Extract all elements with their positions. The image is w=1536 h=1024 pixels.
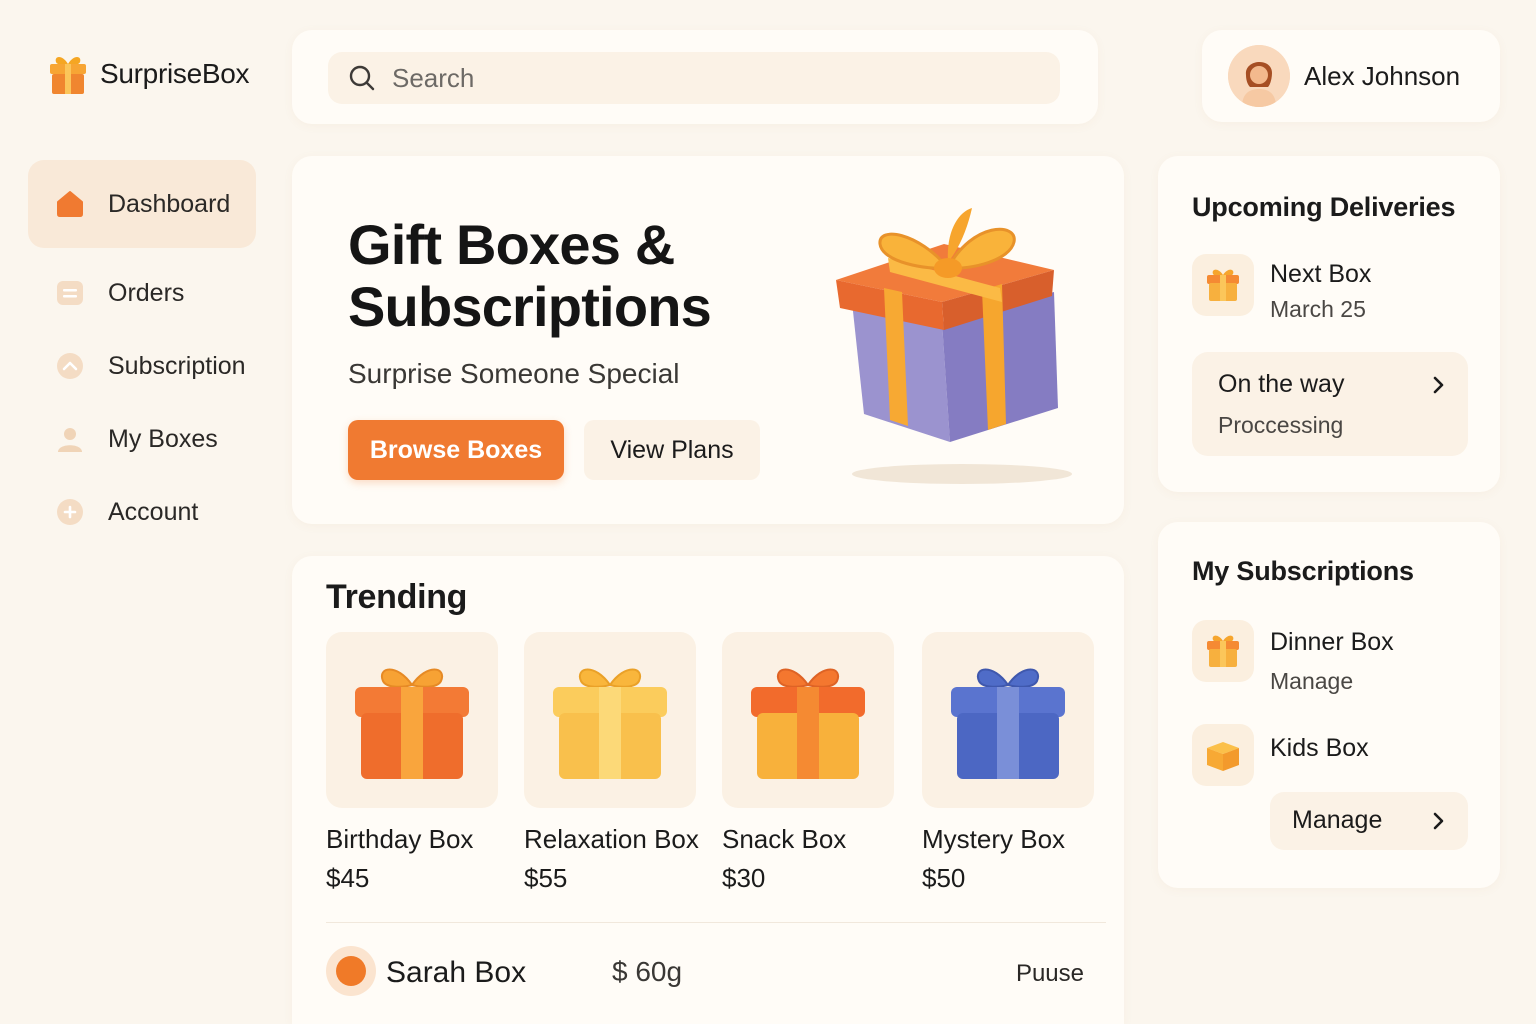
hero-banner: Gift Boxes & Subscriptions Surprise Some…	[292, 156, 1124, 524]
sidebar-item-dashboard[interactable]: Dashboard	[28, 160, 256, 248]
user-profile[interactable]: Alex Johnson	[1202, 30, 1500, 122]
sidebar-item-label: My Boxes	[108, 424, 218, 453]
hero-title: Gift Boxes & Subscriptions	[348, 213, 712, 338]
search-bar-card: Search	[292, 30, 1098, 124]
delivery-status-title: On the way	[1218, 370, 1345, 398]
status-dot-icon	[326, 946, 376, 996]
next-box-name: Next Box	[1270, 260, 1372, 288]
product-price: $55	[524, 863, 568, 893]
plus-circle-icon	[54, 496, 86, 528]
chevron-right-icon	[1433, 812, 1444, 830]
gift-box-icon	[951, 668, 1065, 779]
sidebar-item-label: Orders	[108, 278, 185, 307]
trending-card-snack-box[interactable]: Snack Box $30	[722, 632, 894, 894]
product-price: $50	[922, 863, 966, 893]
subscriptions-title: My Subscriptions	[1192, 556, 1414, 586]
manage-button[interactable]: Manage	[1270, 792, 1468, 850]
trending-title: Trending	[326, 578, 468, 616]
row-action[interactable]: Puuse	[1016, 960, 1084, 988]
deliveries-title: Upcoming Deliveries	[1192, 192, 1456, 222]
upcoming-deliveries-panel: Upcoming Deliveries Next Box March 25 On…	[1158, 156, 1500, 492]
box-icon	[1192, 724, 1254, 786]
trending-card-mystery-box[interactable]: Mystery Box $50	[922, 632, 1094, 894]
sidebar-item-label: Dashboard	[108, 189, 231, 218]
view-plans-button[interactable]: View Plans	[584, 420, 760, 480]
my-subscriptions-panel: My Subscriptions Dinner Box Manage Kids …	[1158, 522, 1500, 888]
product-image	[524, 632, 696, 808]
home-icon	[54, 188, 86, 220]
search-placeholder: Search	[392, 62, 475, 93]
gift-box-illustration	[836, 208, 1072, 484]
avatar[interactable]	[1228, 45, 1290, 107]
sidebar-item-label: Account	[108, 497, 199, 526]
delivery-status-sub: Proccessing	[1218, 412, 1344, 438]
user-name: Alex Johnson	[1304, 60, 1461, 91]
product-name: Snack Box	[722, 824, 847, 854]
product-image	[722, 632, 894, 808]
delivery-status-card[interactable]: On the way Proccessing	[1192, 352, 1468, 456]
user-icon	[54, 423, 86, 455]
divider	[326, 922, 1106, 923]
sidebar-item-label: Subscription	[108, 351, 246, 380]
next-box-date: March 25	[1270, 296, 1366, 322]
manage-label: Manage	[1292, 806, 1383, 834]
gift-logo-icon	[50, 57, 86, 94]
product-image	[326, 632, 498, 808]
gift-box-icon	[751, 668, 865, 779]
search-input[interactable]: Search	[328, 52, 1060, 104]
subscription-name: Kids Box	[1270, 734, 1369, 762]
trending-card-relaxation-box[interactable]: Relaxation Box $55	[524, 632, 699, 894]
trending-card-birthday-box[interactable]: Birthday Box $45	[326, 632, 498, 894]
trending-section: Trending Birthday Box $45 Relaxation Box…	[292, 556, 1124, 1024]
sidebar-item-account[interactable]: Account	[28, 468, 256, 556]
app-name: SurpriseBox	[100, 58, 250, 89]
gift-box-icon	[1192, 254, 1254, 316]
chevron-right-icon	[1433, 376, 1444, 394]
search-icon	[349, 65, 375, 91]
product-price: $45	[326, 863, 370, 893]
browse-boxes-button[interactable]: Browse Boxes	[348, 420, 564, 480]
avatar-image	[1228, 45, 1290, 107]
gift-box-icon	[355, 668, 469, 779]
product-name: Relaxation Box	[524, 824, 699, 854]
subscription-name: Dinner Box	[1270, 628, 1394, 656]
product-price: $30	[722, 863, 766, 893]
gift-box-icon	[553, 668, 667, 779]
list-item-sarah-box[interactable]: Sarah Box $ 60g Puuse	[326, 946, 1086, 998]
subscription-manage-link[interactable]: Manage	[1270, 668, 1353, 695]
hero-subtitle: Surprise Someone Special	[348, 358, 680, 389]
row-name: Sarah Box	[386, 956, 527, 989]
row-price: $ 60g	[612, 956, 683, 987]
product-name: Mystery Box	[922, 824, 1066, 854]
subscription-icon	[54, 350, 86, 382]
gift-box-icon	[1192, 620, 1254, 682]
app-logo[interactable]: SurpriseBox	[46, 52, 250, 96]
orders-icon	[54, 277, 86, 309]
product-name: Birthday Box	[326, 824, 474, 854]
product-image	[922, 632, 1094, 808]
